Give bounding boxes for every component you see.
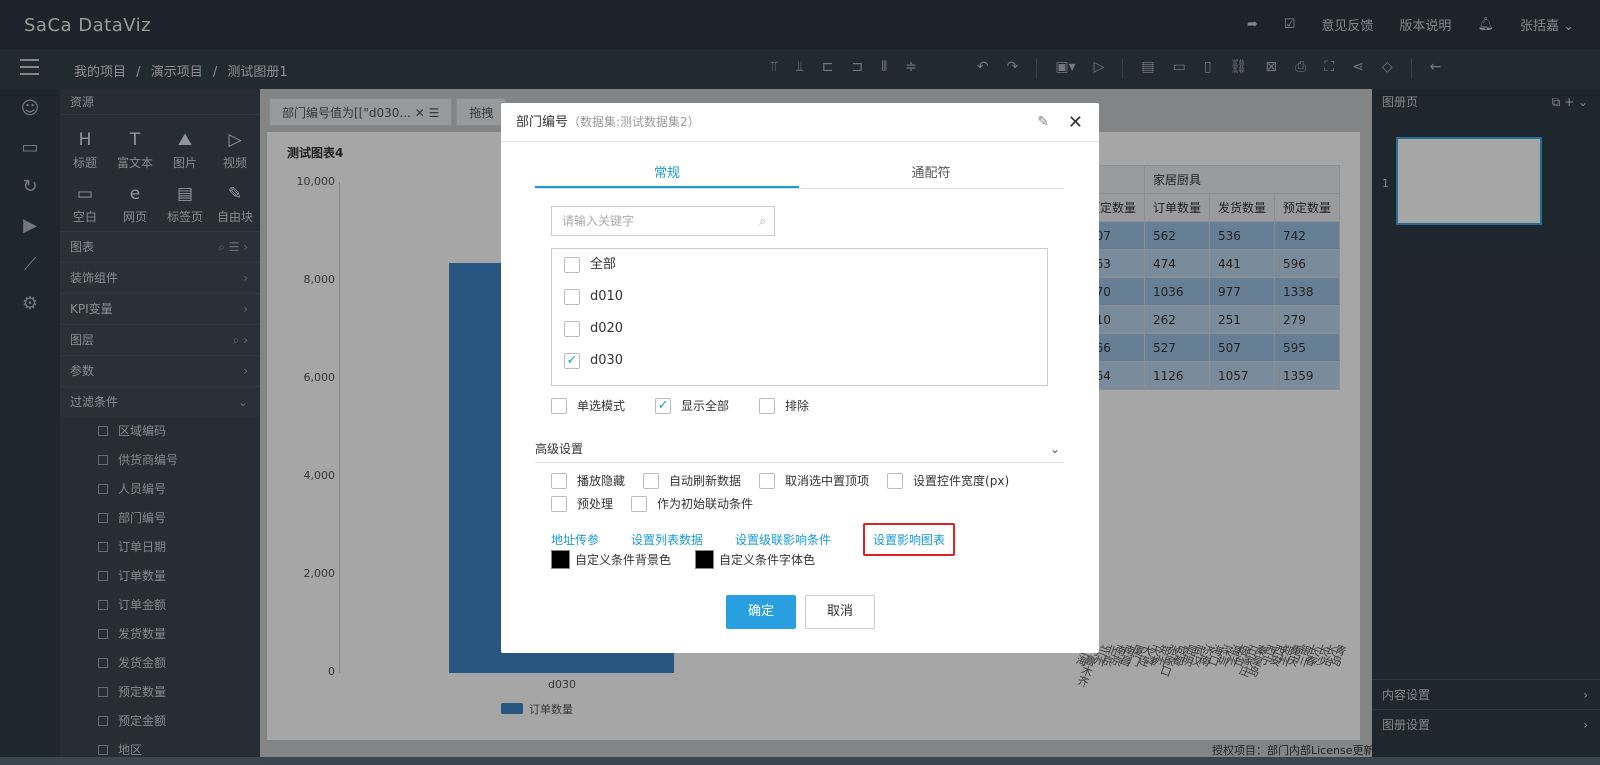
option-control-width[interactable]: 设置控件宽度(px) bbox=[887, 472, 1009, 489]
list-item[interactable]: d010 bbox=[552, 281, 1047, 313]
option-single-select[interactable]: 单选模式 bbox=[551, 397, 625, 414]
filter-dialog: 部门编号（数据集:测试数据集2） ✎ ✕ 常规 通配符 请输入关键字 ⌕ 全部 … bbox=[501, 103, 1099, 653]
font-color-swatch[interactable] bbox=[695, 550, 715, 569]
close-icon[interactable]: ✕ bbox=[1068, 103, 1083, 142]
list-item[interactable]: 全部 bbox=[552, 249, 1047, 281]
option-preprocess[interactable]: 预处理 bbox=[551, 495, 613, 512]
dialog-subtitle: （数据集:测试数据集2） bbox=[568, 115, 700, 129]
checkbox[interactable] bbox=[564, 257, 580, 273]
value-list: 全部 d010 d020 ✓ d030 bbox=[551, 248, 1048, 386]
list-item-label: d020 bbox=[590, 321, 624, 336]
checkbox[interactable] bbox=[643, 472, 660, 489]
dialog-header: 部门编号（数据集:测试数据集2） ✎ ✕ bbox=[501, 103, 1099, 142]
options-row: 单选模式 ✓ 显示全部 排除 bbox=[551, 397, 839, 414]
dialog-title: 部门编号 bbox=[516, 115, 569, 130]
option-initial-linkage[interactable]: 作为初始联动条件 bbox=[631, 495, 753, 512]
option-exclude[interactable]: 排除 bbox=[759, 397, 809, 414]
checkbox[interactable] bbox=[759, 397, 776, 414]
list-item-label: d010 bbox=[590, 289, 624, 304]
cancel-button[interactable]: 取消 bbox=[805, 595, 875, 629]
search-placeholder: 请输入关键字 bbox=[562, 214, 635, 228]
advanced-row: 播放隐藏 自动刷新数据 取消选中置顶项 设置控件宽度(px) bbox=[551, 472, 1027, 489]
checkbox[interactable] bbox=[759, 472, 776, 489]
confirm-button[interactable]: 确定 bbox=[726, 595, 796, 629]
checkbox-checked[interactable]: ✓ bbox=[564, 353, 580, 369]
cascade-condition-link[interactable]: 设置级联影响条件 bbox=[735, 531, 831, 548]
checkbox[interactable] bbox=[887, 472, 904, 489]
list-item[interactable]: ✓ d030 bbox=[552, 345, 1047, 377]
search-icon: ⌕ bbox=[759, 214, 766, 228]
list-item-label: 全部 bbox=[590, 257, 617, 272]
color-settings: 自定义条件背景色 自定义条件字体色 bbox=[551, 550, 815, 569]
advanced-settings-toggle[interactable]: 高级设置 ⌄ bbox=[535, 436, 1064, 463]
option-unpin-selected[interactable]: 取消选中置顶项 bbox=[759, 472, 869, 489]
dialog-tabs: 常规 通配符 bbox=[535, 161, 1064, 189]
option-show-all[interactable]: ✓ 显示全部 bbox=[655, 397, 729, 414]
edit-icon[interactable]: ✎ bbox=[1037, 103, 1049, 142]
checkbox[interactable] bbox=[564, 321, 580, 337]
checkbox-checked[interactable]: ✓ bbox=[655, 397, 672, 414]
bg-color-swatch[interactable] bbox=[551, 550, 570, 569]
tab-general[interactable]: 常规 bbox=[535, 161, 799, 188]
list-data-link[interactable]: 设置列表数据 bbox=[631, 531, 703, 548]
checkbox[interactable] bbox=[564, 289, 580, 305]
checkbox[interactable] bbox=[551, 397, 567, 414]
advanced-row: 预处理 作为初始联动条件 bbox=[551, 495, 771, 512]
checkbox[interactable] bbox=[551, 495, 567, 512]
option-play-hide[interactable]: 播放隐藏 bbox=[551, 472, 625, 489]
checkbox[interactable] bbox=[551, 472, 567, 489]
checkbox[interactable] bbox=[631, 495, 648, 512]
keyword-search-input[interactable]: 请输入关键字 ⌕ bbox=[551, 206, 775, 236]
chevron-down-icon: ⌄ bbox=[1049, 442, 1060, 456]
tab-wildcard[interactable]: 通配符 bbox=[799, 161, 1063, 188]
bg-color-label: 自定义条件背景色 bbox=[575, 553, 672, 567]
list-item[interactable]: d020 bbox=[552, 313, 1047, 345]
font-color-label: 自定义条件字体色 bbox=[719, 553, 816, 567]
affected-chart-link[interactable]: 设置影响图表 bbox=[863, 523, 956, 556]
option-auto-refresh[interactable]: 自动刷新数据 bbox=[643, 472, 741, 489]
address-param-link[interactable]: 地址传参 bbox=[551, 531, 599, 548]
list-item-label: d030 bbox=[590, 353, 624, 368]
